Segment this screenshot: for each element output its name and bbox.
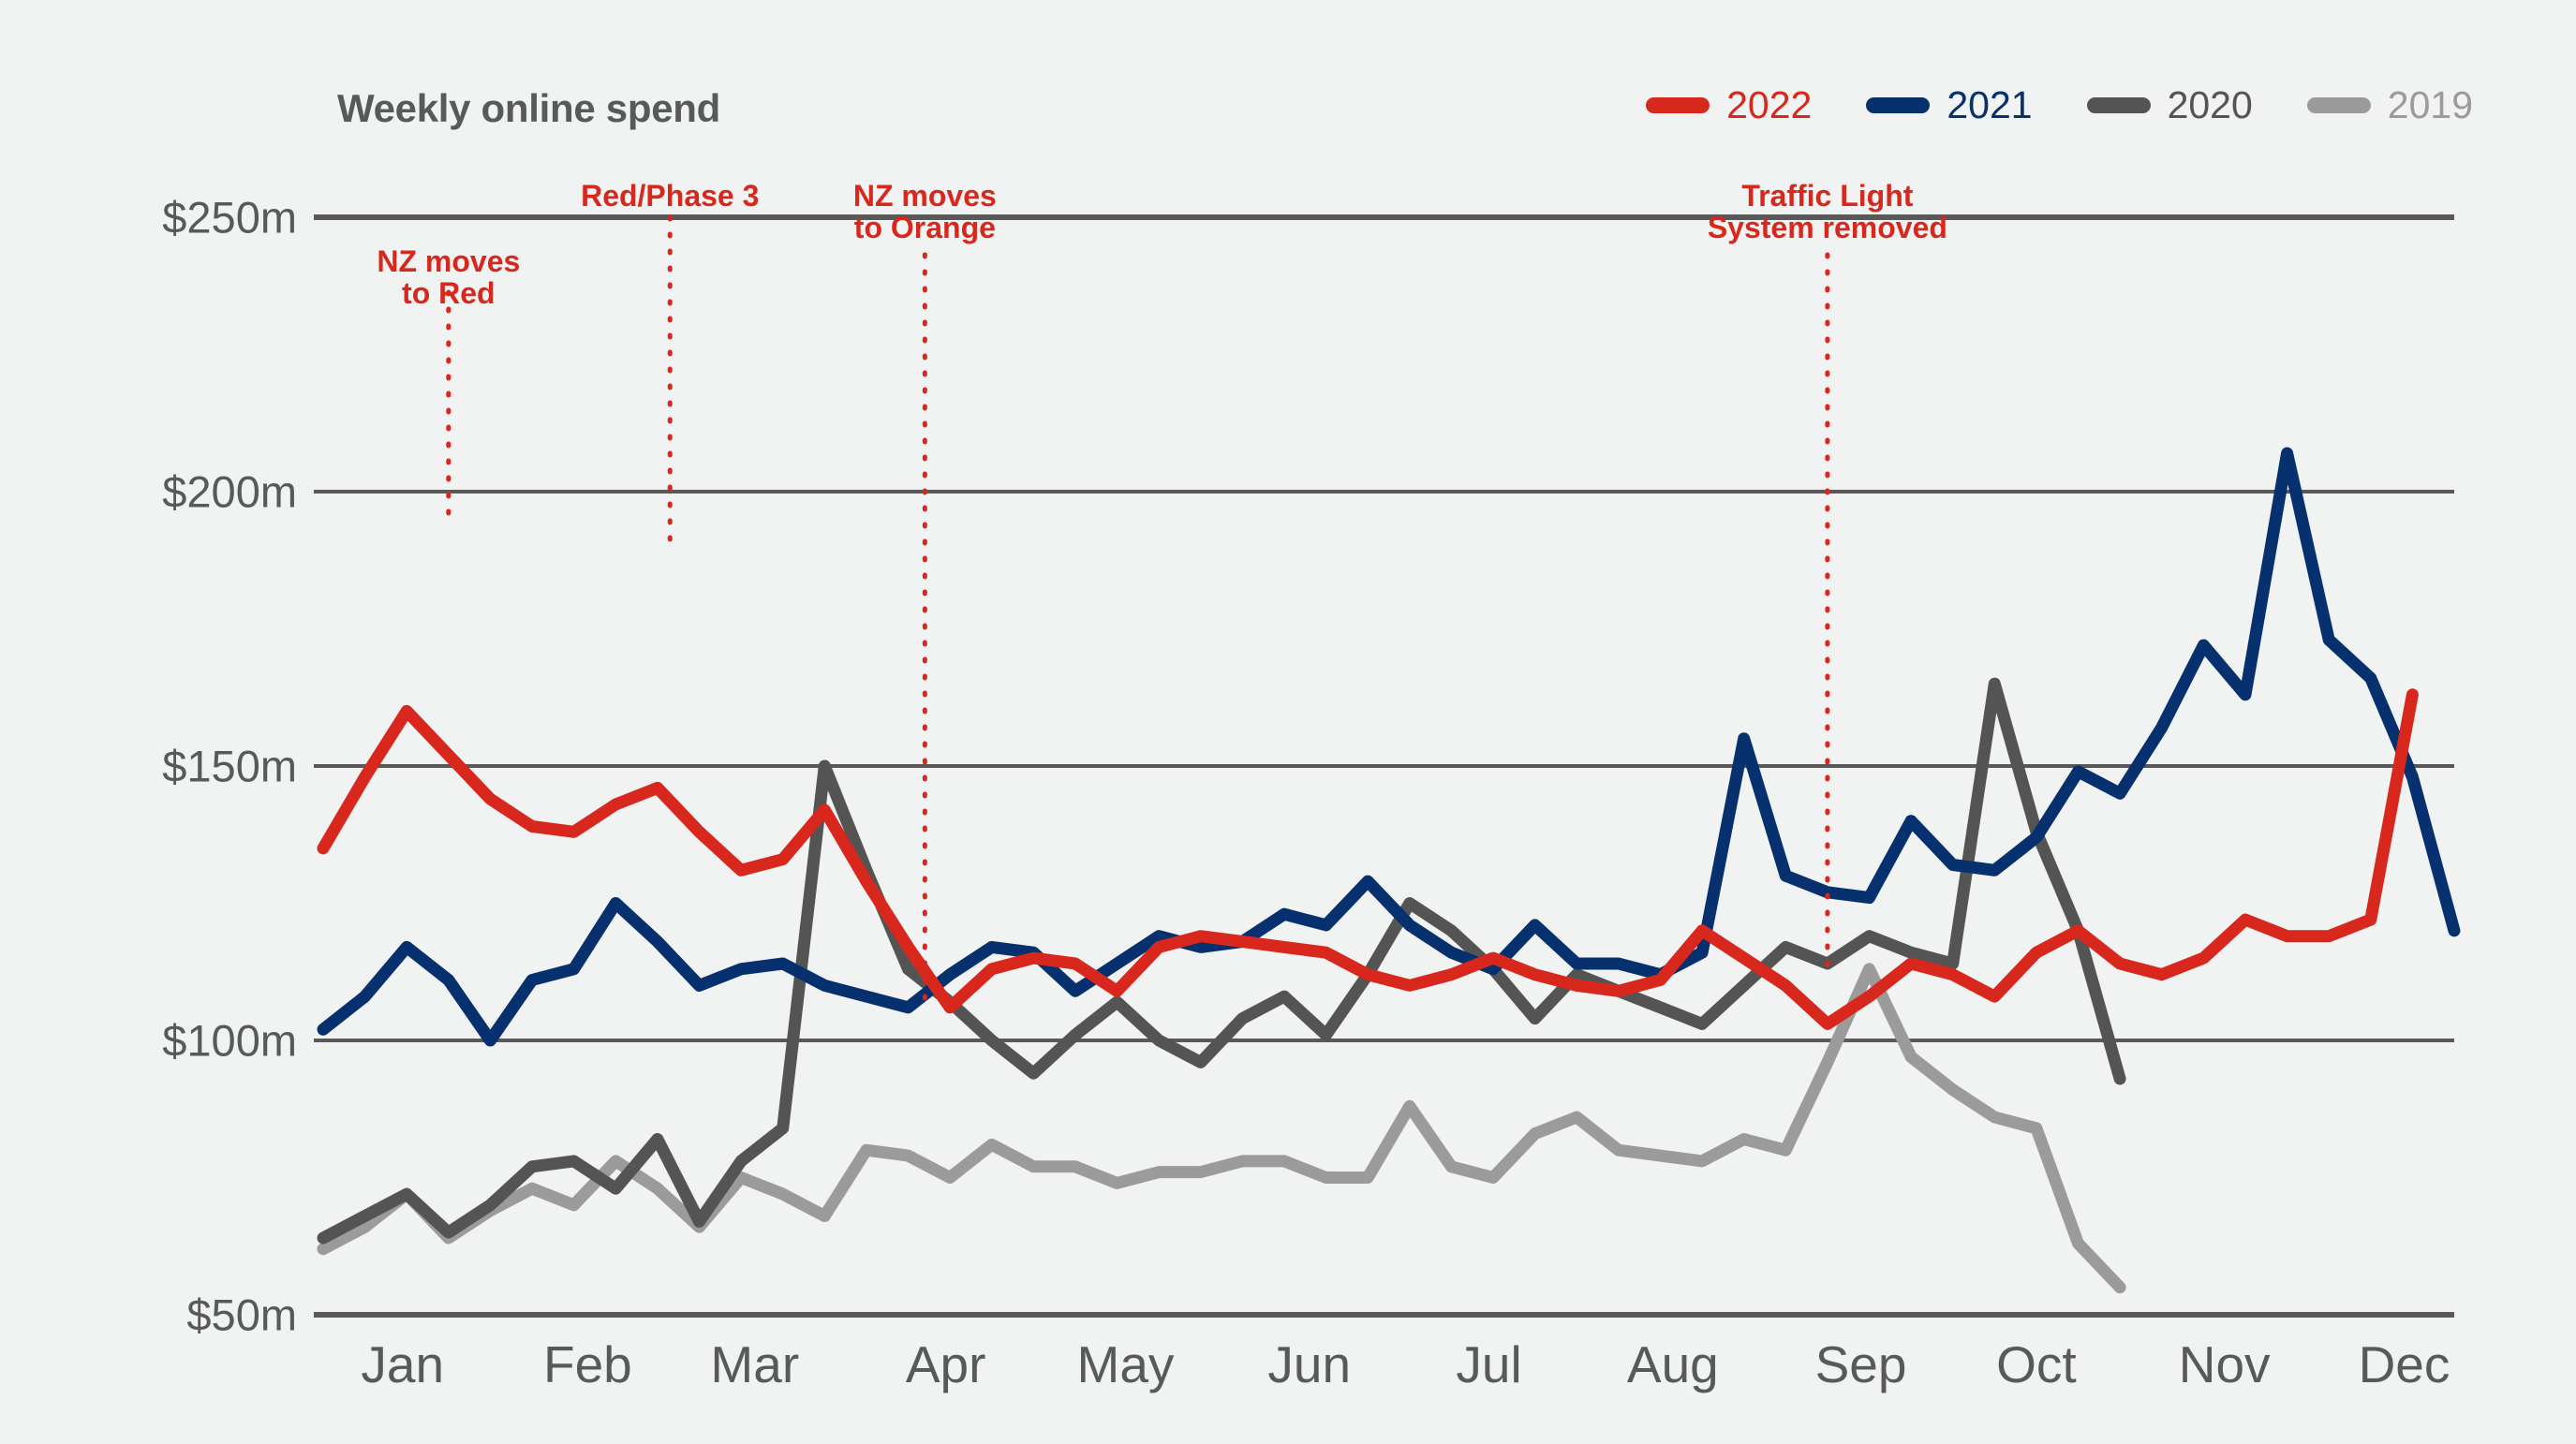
x-axis-tick-label: Nov (2178, 1335, 2271, 1393)
annotation-label: NZ moves to Orange (852, 179, 997, 245)
x-axis-tick-label: Mar (710, 1335, 800, 1393)
x-axis-tick-label: Jan (361, 1335, 445, 1393)
annotation-label: Traffic Light System removed (1707, 179, 1947, 245)
series-line-2019 (317, 963, 2126, 1294)
x-axis-tick-label: Jul (1456, 1335, 1522, 1393)
series-line-2022 (317, 688, 2419, 1030)
annotation-label: Red/Phase 3 (581, 179, 760, 213)
x-axis-tick-label: May (1076, 1335, 1175, 1393)
x-axis-tick-label: Jun (1267, 1335, 1352, 1393)
x-axis-tick-label: Sep (1814, 1335, 1907, 1393)
annotation-label: NZ moves to Red (377, 244, 521, 311)
chart-plot-area (314, 214, 2461, 1318)
series-line-2021 (317, 447, 2461, 1047)
x-axis-tick-label: Dec (2358, 1335, 2450, 1393)
chart-container: Weekly online spend 2022 2021 2020 2019 $25… (0, 0, 2576, 1444)
x-axis-tick-label: Oct (1996, 1335, 2077, 1393)
x-axis-tick-label: Feb (542, 1335, 632, 1393)
x-axis-tick-label: Aug (1626, 1335, 1719, 1393)
x-axis-tick-label: Apr (905, 1335, 986, 1393)
